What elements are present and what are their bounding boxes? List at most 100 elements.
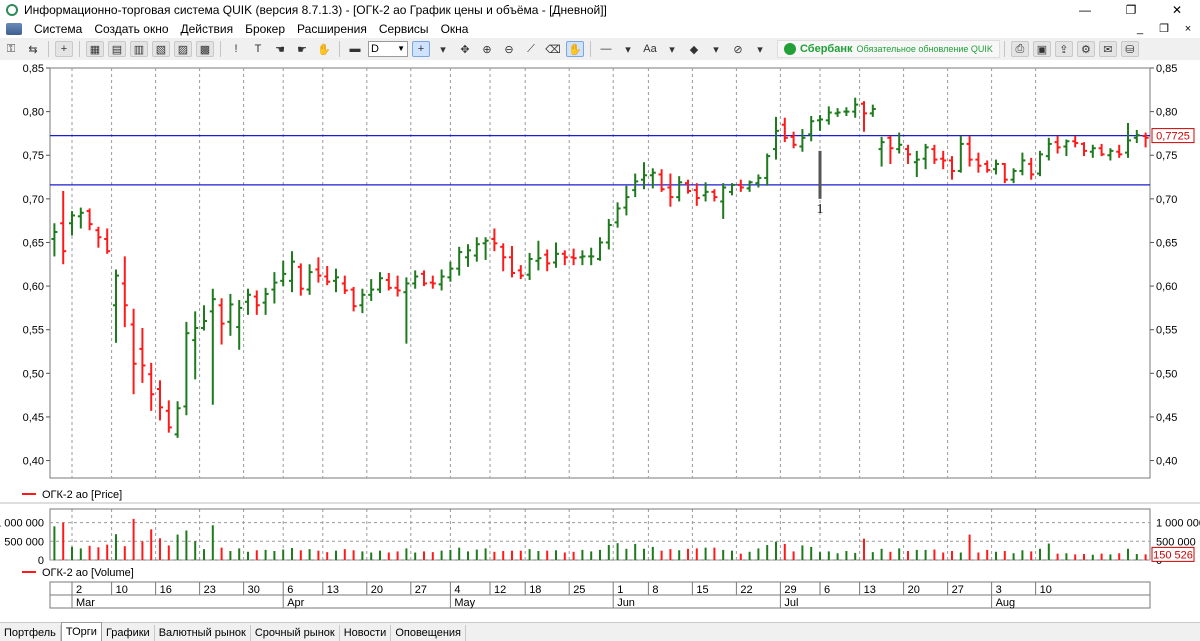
mdi-minimize-button[interactable]: _ <box>1128 20 1152 38</box>
orders-icon[interactable]: ▥ <box>130 41 148 57</box>
finger-icon[interactable]: ☛ <box>293 41 311 57</box>
chart-icon[interactable]: ▬ <box>346 41 364 57</box>
month-label: Jul <box>784 597 798 609</box>
palm-icon[interactable]: ✋ <box>315 41 333 57</box>
line-style-icon[interactable]: — <box>597 41 615 57</box>
sberbank-promo-text: Обязательное обновление QUIK <box>856 44 993 54</box>
price-tick-label-right: 0,55 <box>1156 325 1177 337</box>
price-legend-label: ОГК-2 ао [Price] <box>42 489 122 501</box>
day-label: 6 <box>287 584 293 596</box>
price-tick-label-left: 0,65 <box>23 237 44 249</box>
annotation-label: 1 <box>817 202 824 217</box>
price-tick-label-right: 0,80 <box>1156 107 1177 119</box>
close-button[interactable]: ✕ <box>1154 0 1200 20</box>
day-label: 6 <box>824 584 830 596</box>
quik-app-icon <box>6 4 18 16</box>
quotes-icon[interactable]: ▤ <box>108 41 126 57</box>
tab-futures-market[interactable]: Срочный рынок <box>251 625 340 641</box>
portfolio-icon[interactable]: ▨ <box>174 41 192 57</box>
volume-tick-label-left: 500 000 <box>4 536 44 548</box>
print-icon[interactable]: ⎙ <box>1010 41 1029 57</box>
chevron-down-icon[interactable]: ▾ <box>751 41 769 57</box>
window-title: Информационно-торговая система QUIK (вер… <box>24 3 607 17</box>
chevron-down-icon[interactable]: ▾ <box>707 41 725 57</box>
eraser-icon[interactable]: ⌫ <box>544 41 562 57</box>
price-volume-chart[interactable]: 0,40 0,40 0,45 0,45 0,50 0,50 0,55 0,55 0,60 0,60… <box>0 60 1200 622</box>
minimize-button[interactable]: — <box>1062 0 1108 20</box>
day-label: 4 <box>454 584 460 596</box>
volume-tick-label-left: 1 000 000 <box>0 518 44 530</box>
menu-services[interactable]: Сервисы <box>373 22 435 36</box>
day-label: 8 <box>652 584 658 596</box>
day-label: 23 <box>204 584 216 596</box>
window-controls: — ❐ ✕ <box>1062 0 1200 20</box>
menu-actions[interactable]: Действия <box>175 22 240 36</box>
interval-select[interactable]: D ▼ <box>368 41 408 57</box>
chevron-down-icon: ▼ <box>397 44 405 53</box>
price-tick-label-right: 0,70 <box>1156 194 1177 206</box>
chevron-down-icon[interactable]: ▾ <box>434 41 452 57</box>
font-icon[interactable]: Aa <box>641 41 659 57</box>
price-tick-label-left: 0,70 <box>23 194 44 206</box>
price-tick-label-left: 0,55 <box>23 325 44 337</box>
zoom-out-icon[interactable]: ⊖ <box>500 41 518 57</box>
alert-icon[interactable]: ! <box>227 41 245 57</box>
mdi-restore-button[interactable]: ❐ <box>1152 20 1176 38</box>
positions-icon[interactable]: ▩ <box>196 41 214 57</box>
price-tick-label-right: 0,40 <box>1156 456 1177 468</box>
tab-currency-market[interactable]: Валютный рынок <box>155 625 251 641</box>
mdi-close-button[interactable]: × <box>1176 20 1200 38</box>
fill-icon[interactable]: ◆ <box>685 41 703 57</box>
hand-icon[interactable]: ☚ <box>271 41 289 57</box>
hide-icon[interactable]: ⊘ <box>729 41 747 57</box>
text-tool-icon[interactable]: T <box>249 41 267 57</box>
settings-icon[interactable]: ⚙ <box>1076 41 1095 57</box>
toolbar-separator <box>79 41 80 57</box>
ruler-icon[interactable]: ⟋ <box>522 41 540 57</box>
sberbank-banner[interactable]: Сбербанк Обязательное обновление QUIK <box>777 40 1000 58</box>
day-label: 2 <box>76 584 82 596</box>
menu-extensions[interactable]: Расширения <box>291 22 373 36</box>
maximize-button[interactable]: ❐ <box>1108 0 1154 20</box>
month-label: Mar <box>76 597 95 609</box>
day-label: 10 <box>116 584 128 596</box>
menu-broker[interactable]: Брокер <box>239 22 291 36</box>
new-window-icon[interactable]: + <box>55 41 73 57</box>
tab-charts[interactable]: Графики <box>102 625 155 641</box>
menu-create-window[interactable]: Создать окно <box>88 22 174 36</box>
table-icon[interactable]: ▦ <box>86 41 104 57</box>
month-label: Aug <box>996 597 1016 609</box>
day-label: 18 <box>529 584 541 596</box>
tab-portfolio[interactable]: Портфель <box>0 625 61 641</box>
tab-alerts[interactable]: Оповещения <box>391 625 467 641</box>
price-tick-label-left: 0,60 <box>23 281 44 293</box>
workspace-tabs: Портфель ТОрги Графики Валютный рынок Ср… <box>0 622 1200 641</box>
chevron-down-icon[interactable]: ▾ <box>663 41 681 57</box>
tab-news[interactable]: Новости <box>340 625 392 641</box>
day-label: 1 <box>617 584 623 596</box>
zoom-in-icon[interactable]: ⊕ <box>478 41 496 57</box>
mail-icon[interactable]: ✉ <box>1098 41 1117 57</box>
hand-tool-icon[interactable]: ✋ <box>566 41 584 57</box>
key-icon[interactable]: ⚿ <box>2 41 20 57</box>
database-icon[interactable]: ⛁ <box>1120 41 1139 57</box>
toolbar-separator <box>1003 41 1005 57</box>
chevron-down-icon[interactable]: ▾ <box>619 41 637 57</box>
menu-windows[interactable]: Окна <box>435 22 475 36</box>
connection-icon[interactable]: ⇆ <box>24 41 42 57</box>
move-icon[interactable]: ✥ <box>456 41 474 57</box>
menu-system[interactable]: Система <box>28 22 88 36</box>
system-menu-icon[interactable] <box>6 23 22 35</box>
tab-trading[interactable]: ТОрги <box>60 622 102 641</box>
last-volume-label: 150 526 <box>1153 549 1193 561</box>
trades-icon[interactable]: ▧ <box>152 41 170 57</box>
day-label: 20 <box>908 584 920 596</box>
last-price-marker: 0,7725 <box>1151 128 1195 144</box>
crosshair-icon[interactable]: + <box>412 41 430 57</box>
export-icon[interactable]: ⇪ <box>1054 41 1073 57</box>
day-label: 25 <box>573 584 585 596</box>
toolbar-separator <box>590 41 591 57</box>
last-price-label: 0,7725 <box>1156 131 1190 143</box>
title-bar: Информационно-торговая система QUIK (вер… <box>0 0 1200 20</box>
preview-icon[interactable]: ▣ <box>1032 41 1051 57</box>
